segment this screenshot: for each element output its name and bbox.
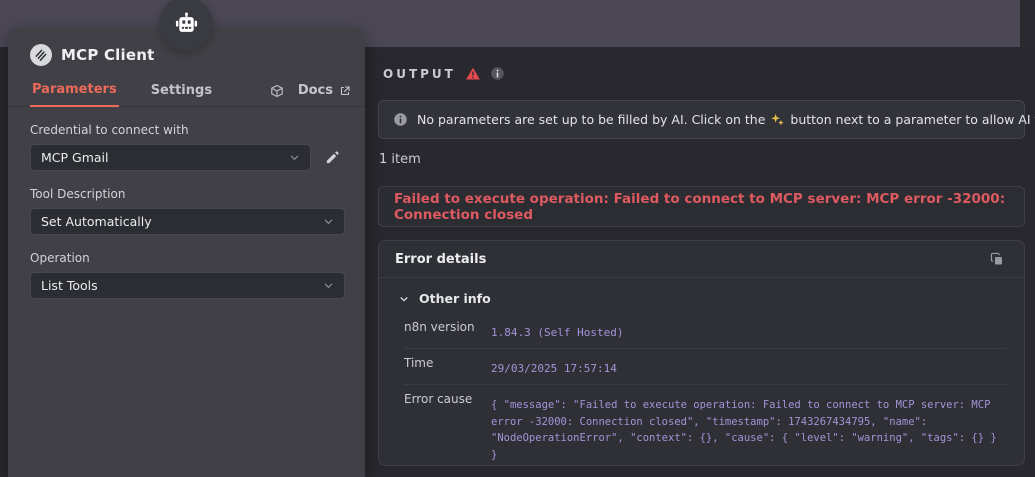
chevron-down-icon (323, 280, 334, 291)
credential-select[interactable]: MCP Gmail (30, 144, 311, 171)
error-details-panel: Error details Other info n8n version 1.8… (378, 240, 1025, 466)
table-row: Time 29/03/2025 17:57:14 (404, 349, 1006, 385)
row-value: { "message": "Failed to execute operatio… (491, 399, 1004, 461)
warning-triangle-icon (465, 66, 481, 81)
tool-description-select-value: Set Automatically (41, 214, 152, 229)
row-label: Time (404, 356, 434, 370)
external-link-icon (339, 85, 351, 97)
row-value: 1.84.3 (Self Hosted) (491, 326, 624, 339)
docs-area: Docs (270, 83, 351, 106)
ai-banner-text-before: No parameters are set up to be filled by… (417, 112, 766, 127)
copy-icon[interactable] (986, 248, 1008, 270)
node-title: MCP Client (61, 46, 155, 64)
error-details-header: Error details (379, 241, 1024, 277)
output-info-icon[interactable] (490, 66, 505, 81)
output-error-message-box: Failed to execute operation: Failed to c… (378, 186, 1025, 227)
output-title: OUTPUT (383, 66, 456, 81)
tab-parameters[interactable]: Parameters (30, 82, 119, 107)
other-info-section-header[interactable]: Other info (379, 278, 1024, 311)
mcp-node-icon (30, 44, 52, 66)
robot-icon (173, 11, 200, 38)
operation-select[interactable]: List Tools (30, 272, 345, 299)
sparkles-icon (770, 112, 785, 127)
ndv-screen: MCP Client Parameters Settings Docs Cred… (0, 0, 1035, 477)
node-settings-panel: MCP Client Parameters Settings Docs Cred… (8, 28, 365, 477)
info-circle-icon (393, 112, 408, 127)
other-info-section-label: Other info (419, 291, 491, 306)
package-icon[interactable] (270, 84, 284, 98)
table-row: Error cause { "message": "Failed to exec… (404, 385, 1006, 465)
operation-field-group: Operation List Tools (30, 251, 345, 299)
operation-label: Operation (30, 251, 90, 265)
chevron-down-icon (323, 216, 334, 227)
edit-credential-pencil-icon[interactable] (319, 145, 345, 171)
error-details-title: Error details (395, 251, 487, 267)
node-parameters-body: Credential to connect with MCP Gmail Too… (8, 107, 365, 299)
ai-parameters-banner: No parameters are set up to be filled by… (378, 100, 1035, 139)
credential-field-group: Credential to connect with MCP Gmail (30, 123, 345, 171)
docs-link[interactable]: Docs (298, 83, 351, 98)
credential-select-value: MCP Gmail (41, 150, 109, 165)
ai-banner-text-after: button next to a parameter to allow AI t… (790, 112, 1035, 127)
node-tabs: Parameters Settings Docs (8, 79, 365, 107)
ai-banner-text: No parameters are set up to be filled by… (417, 112, 1035, 127)
table-row: n8n version 1.84.3 (Self Hosted) (404, 313, 1006, 349)
chevron-down-icon (289, 152, 300, 163)
output-error-message: Failed to execute operation: Failed to c… (394, 190, 1006, 223)
docs-link-label: Docs (297, 83, 333, 98)
output-header: OUTPUT (383, 66, 505, 81)
error-details-rows: n8n version 1.84.3 (Self Hosted) Time 29… (379, 311, 1024, 465)
row-label: Error cause (404, 392, 473, 406)
tool-description-field-group: Tool Description Set Automatically (30, 187, 345, 235)
output-items-count: 1 item (379, 152, 421, 167)
tool-description-label: Tool Description (30, 187, 126, 201)
chevron-down-icon (399, 294, 409, 304)
row-value: 29/03/2025 17:57:14 (491, 362, 617, 375)
tool-description-select[interactable]: Set Automatically (30, 208, 345, 235)
operation-select-value: List Tools (41, 278, 98, 293)
credential-label: Credential to connect with (30, 123, 189, 137)
tab-settings[interactable]: Settings (149, 83, 214, 106)
row-label: n8n version (404, 320, 475, 334)
canvas-topbar-edge (1020, 0, 1035, 47)
